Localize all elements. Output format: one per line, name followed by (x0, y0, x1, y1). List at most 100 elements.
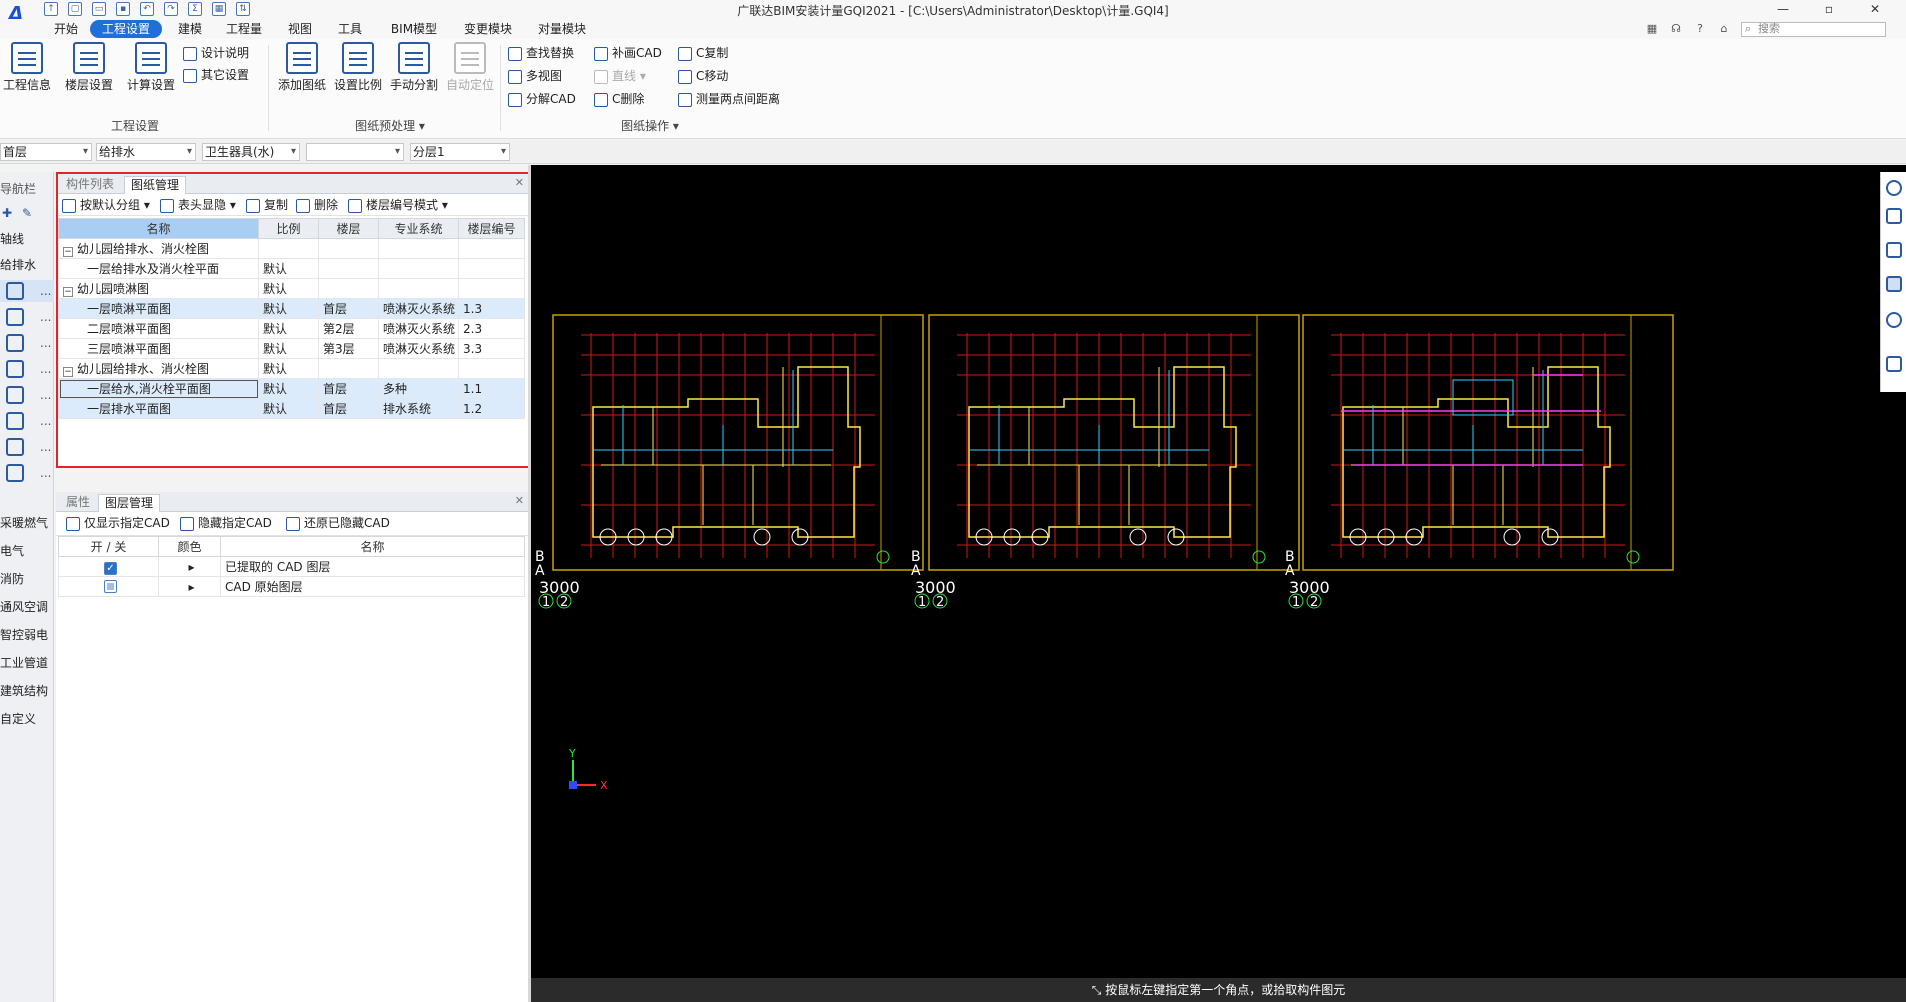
menu-tools[interactable]: 工具 (330, 20, 370, 38)
minimize-button[interactable]: — (1760, 0, 1806, 18)
cell-floor[interactable] (318, 358, 379, 379)
nav-item-sanitary[interactable]: ... (0, 280, 54, 302)
table-row[interactable]: ▸ CAD 原始图层 (58, 576, 525, 597)
table-row[interactable]: 一层给排水及消火栓平面 默认 (58, 258, 525, 279)
close-icon[interactable]: ✕ (515, 176, 524, 189)
cell-name[interactable]: − 幼儿园喷淋图 (58, 278, 259, 299)
nav-item-equipment[interactable]: ... (0, 384, 54, 406)
cell-name[interactable]: 一层给排水及消火栓平面 (58, 258, 259, 279)
list-settings-icon[interactable] (1886, 356, 1902, 372)
header-toggle-button[interactable]: 表头显隐 ▾ (160, 197, 236, 213)
tab-layer-management[interactable]: 图层管理 (98, 494, 161, 512)
table-row[interactable]: − 幼儿园喷淋图 默认 (58, 278, 525, 299)
draw-cad-button[interactable]: 补画CAD (594, 45, 662, 61)
cell-system[interactable]: 多种 (378, 378, 459, 399)
3d-view-icon[interactable] (1886, 208, 1902, 224)
nav-item-industrial-pipe[interactable]: 工业管道 (0, 652, 54, 674)
restore-button[interactable]: ▫ (1806, 0, 1852, 18)
layer-color-cell[interactable]: ▸ (158, 556, 221, 577)
rotate-icon[interactable] (1886, 312, 1902, 328)
group-default-button[interactable]: 按默认分组 ▾ (62, 197, 150, 213)
project-info-button[interactable]: 工程信息 (2, 42, 52, 93)
cell-system[interactable]: 排水系统 (378, 398, 459, 419)
cell-code[interactable]: 1.1 (458, 378, 525, 399)
search-input[interactable]: 搜索 (1741, 21, 1886, 37)
cell-floor[interactable]: 第2层 (318, 318, 379, 339)
restore-hidden-cad-button[interactable]: 还原已隐藏CAD (286, 515, 390, 531)
nav-item-support[interactable]: ... (0, 462, 54, 484)
cell-scale[interactable]: 默认 (258, 378, 319, 399)
col-floor-code[interactable]: 楼层编号 (458, 218, 525, 239)
cell-code[interactable] (458, 238, 525, 259)
menu-start[interactable]: 开始 (48, 20, 84, 38)
find-replace-button[interactable]: 查找替换 (508, 45, 574, 61)
other-settings-button[interactable]: 其它设置 (183, 67, 249, 83)
explode-cad-button[interactable]: 分解CAD (508, 91, 576, 107)
nav-item-electrical[interactable]: 电气 (0, 540, 54, 562)
table-row[interactable]: 二层喷淋平面图 默认 第2层 喷淋灭火系统 2.3 (58, 318, 525, 339)
cell-floor[interactable] (318, 238, 379, 259)
cell-name[interactable]: 二层喷淋平面图 (58, 318, 259, 339)
cell-floor[interactable]: 首层 (318, 398, 379, 419)
nav-item-low-voltage[interactable]: 智控弱电 (0, 624, 54, 646)
close-button[interactable]: ✕ (1852, 0, 1898, 18)
cad-viewport[interactable]: B A 3000 1 2 B A 3000 1 2 B A 3000 1 2 Y X (531, 165, 1906, 978)
col-system[interactable]: 专业系统 (378, 218, 459, 239)
cell-floor[interactable] (318, 278, 379, 299)
cell-floor[interactable]: 首层 (318, 298, 379, 319)
menu-compare-module[interactable]: 对量模块 (530, 20, 594, 38)
menu-change-module[interactable]: 变更模块 (456, 20, 520, 38)
cell-name[interactable]: 三层喷淋平面图 (58, 338, 259, 359)
collapse-icon[interactable]: − (63, 367, 73, 377)
grid-view-icon[interactable]: ▦ (1645, 22, 1659, 36)
tab-component-list[interactable]: 构件列表 (60, 176, 120, 194)
hide-cad-button[interactable]: 隐藏指定CAD (180, 515, 272, 531)
c-copy-button[interactable]: C复制 (678, 45, 728, 61)
discipline-select[interactable]: 给排水 (96, 143, 196, 161)
cell-floor[interactable]: 第3层 (318, 338, 379, 359)
cell-system[interactable] (378, 238, 459, 259)
floor-select[interactable]: 首层 (0, 143, 92, 161)
table-row[interactable]: 一层喷淋平面图 默认 首层 喷淋灭火系统 1.3 (58, 298, 525, 319)
nav-item-fitting[interactable]: ... (0, 358, 54, 380)
calc-settings-button[interactable]: 计算设置 (124, 42, 178, 93)
table-row[interactable]: ✓ ▸ 已提取的 CAD 图层 (58, 556, 525, 577)
tab-properties[interactable]: 属性 (60, 494, 96, 512)
cell-code[interactable]: 2.3 (458, 318, 525, 339)
cell-floor[interactable] (318, 258, 379, 279)
measure-distance-button[interactable]: 测量两点间距离 (678, 91, 780, 107)
component-select[interactable] (306, 143, 404, 161)
menu-bim-model[interactable]: BIM模型 (382, 20, 446, 38)
globe-icon[interactable] (1886, 180, 1902, 196)
cell-code[interactable]: 1.3 (458, 298, 525, 319)
floor-code-mode-button[interactable]: 楼层编号模式 ▾ (348, 197, 448, 213)
cell-system[interactable]: 喷淋灭火系统 (378, 318, 459, 339)
c-delete-button[interactable]: C删除 (594, 91, 644, 107)
layer-toggle-cell[interactable] (58, 576, 159, 597)
help-icon[interactable]: ? (1693, 22, 1707, 36)
cell-scale[interactable]: 默认 (258, 338, 319, 359)
layer-select[interactable]: 分层1 (410, 143, 510, 161)
cell-code[interactable] (458, 258, 525, 279)
c-move-button[interactable]: C移动 (678, 68, 728, 84)
table-row[interactable]: 三层喷淋平面图 默认 第3层 喷淋灭火系统 3.3 (58, 338, 525, 359)
collapse-icon[interactable]: − (63, 287, 73, 297)
cell-scale[interactable] (258, 238, 319, 259)
table-row[interactable]: − 幼儿园给排水、消火栓图 默认 (58, 358, 525, 379)
layer-checkbox[interactable]: ✓ (104, 562, 117, 575)
menu-quantity[interactable]: 工程量 (220, 20, 268, 38)
nav-item-sleeve[interactable]: ... (0, 436, 54, 458)
cell-scale[interactable]: 默认 (258, 398, 319, 419)
cell-code[interactable]: 1.2 (458, 398, 525, 419)
nav-item-structure[interactable]: 建筑结构 (0, 680, 54, 702)
nav-item-valve[interactable]: ... (0, 332, 54, 354)
menu-project-settings[interactable]: 工程设置 (90, 20, 162, 38)
add-icon[interactable]: ✚ (2, 202, 12, 224)
table-row[interactable]: − 幼儿园给排水、消火栓图 (58, 238, 525, 259)
floor-settings-button[interactable]: 楼层设置 (62, 42, 116, 93)
edit-icon[interactable]: ✎ (22, 202, 32, 224)
cell-scale[interactable]: 默认 (258, 298, 319, 319)
cell-name[interactable]: 一层喷淋平面图 (58, 298, 259, 319)
nav-item-axis[interactable]: 轴线 (0, 228, 54, 250)
shirt-icon[interactable]: ⌂ (1717, 22, 1731, 36)
